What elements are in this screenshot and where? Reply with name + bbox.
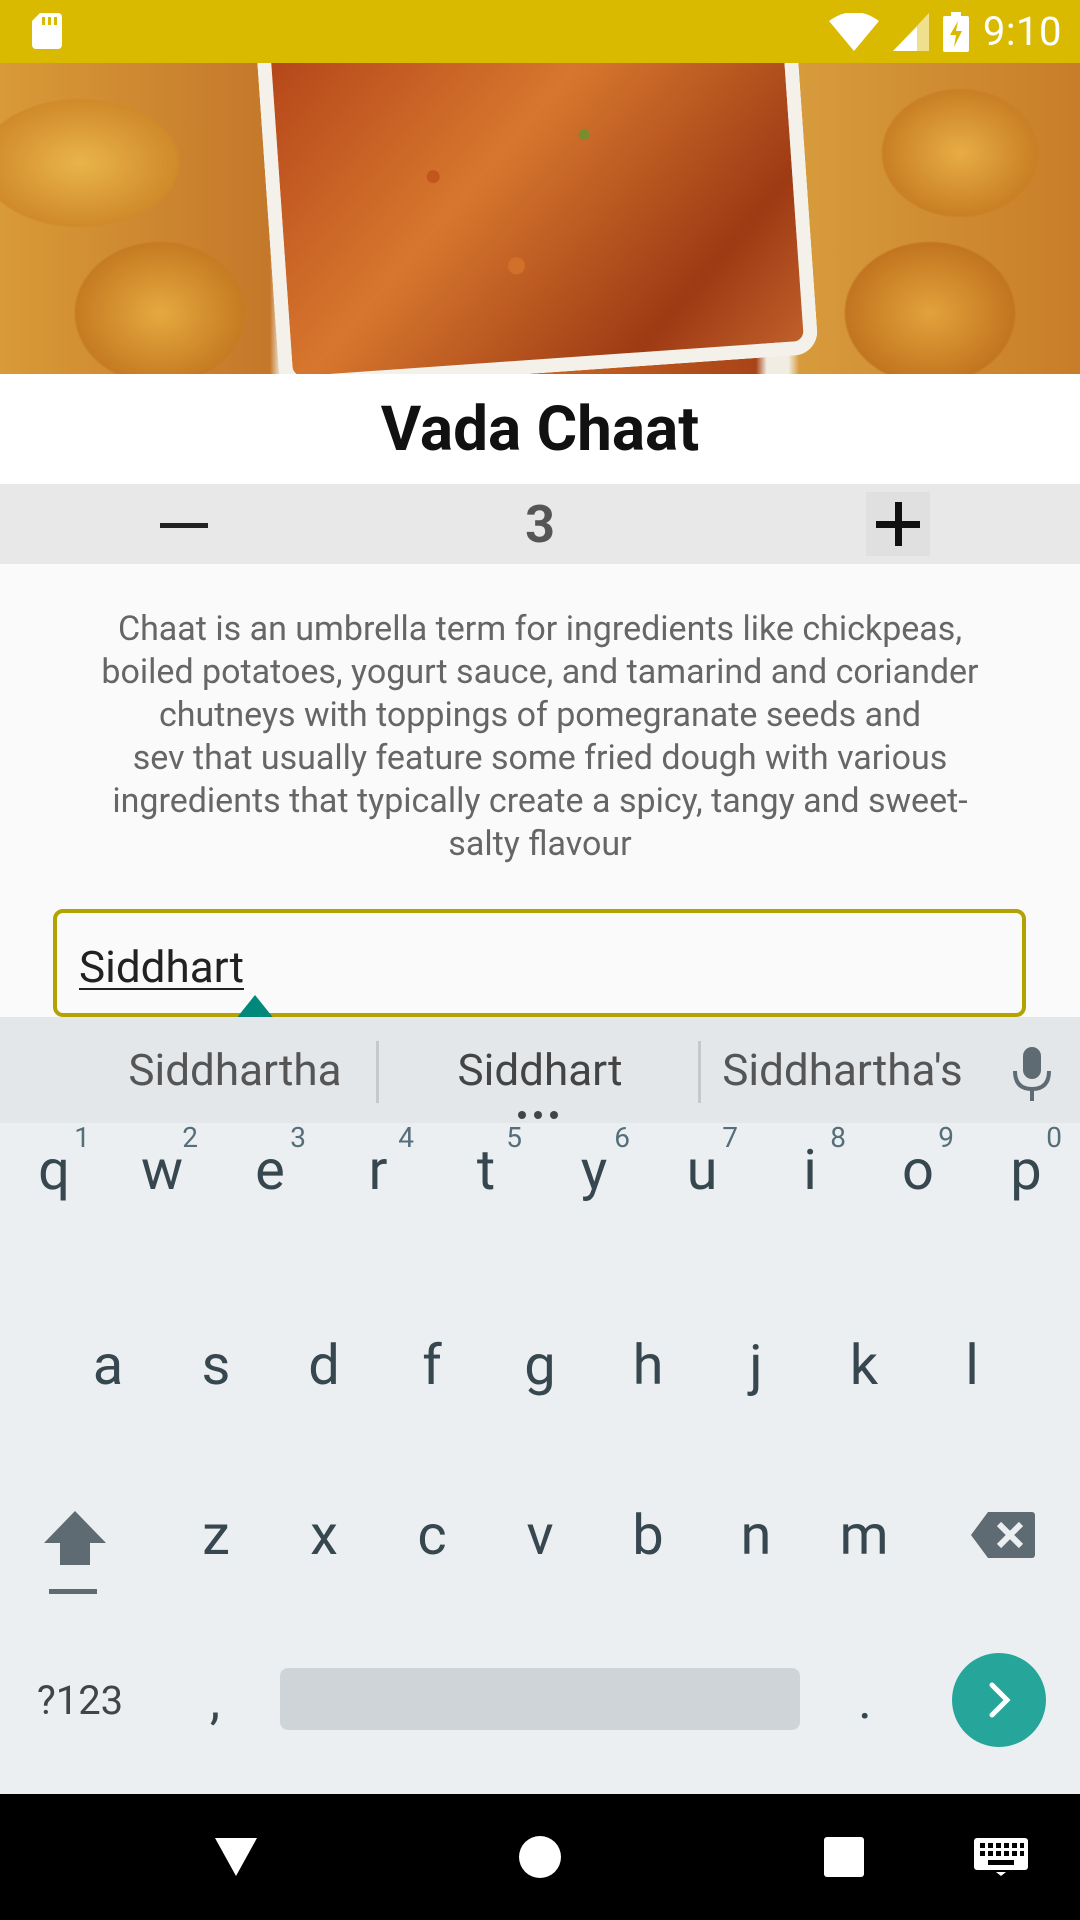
- key-f[interactable]: f: [378, 1300, 486, 1430]
- microphone-icon[interactable]: [1008, 1047, 1056, 1101]
- key-h[interactable]: h: [594, 1300, 702, 1430]
- key-u[interactable]: u7: [648, 1105, 756, 1235]
- key-label: y: [580, 1137, 608, 1203]
- go-button[interactable]: [952, 1653, 1046, 1747]
- cell-signal-icon: [892, 12, 929, 51]
- key-hint: 9: [938, 1121, 954, 1154]
- key-z[interactable]: z: [162, 1470, 270, 1600]
- key-label: w: [140, 1137, 184, 1203]
- key-hint: 5: [506, 1121, 522, 1154]
- comma-key[interactable]: ,: [190, 1660, 240, 1740]
- symbols-key[interactable]: ?123: [20, 1670, 140, 1730]
- status-bar: 9:10: [0, 0, 1080, 63]
- name-input[interactable]: Siddhart: [53, 909, 1026, 1017]
- key-label: u: [686, 1137, 718, 1203]
- key-hint: 2: [182, 1121, 198, 1154]
- navigation-bar: [0, 1794, 1080, 1920]
- chevron-right-icon: [989, 1682, 1011, 1718]
- key-hint: 8: [830, 1121, 846, 1154]
- key-p[interactable]: p0: [972, 1105, 1080, 1235]
- shift-icon[interactable]: [40, 1505, 110, 1595]
- minus-icon: [160, 522, 208, 528]
- key-hint: 0: [1046, 1121, 1062, 1154]
- status-icons: 9:10: [828, 0, 1062, 63]
- status-time: 9:10: [982, 8, 1062, 55]
- recipe-description: Chaat is an umbrella term for ingredient…: [101, 609, 979, 864]
- chutney-dish: [257, 63, 819, 374]
- screen: 9:10 Vada Chaat 3 Chaat is an umbrella t…: [0, 0, 1080, 1920]
- key-hint: 6: [614, 1121, 630, 1154]
- key-label: o: [902, 1137, 934, 1203]
- recents-icon[interactable]: [824, 1837, 864, 1877]
- key-j[interactable]: j: [702, 1300, 810, 1430]
- key-r[interactable]: r4: [324, 1105, 432, 1235]
- backspace-icon[interactable]: [970, 1510, 1036, 1560]
- key-label: p: [1010, 1137, 1042, 1203]
- sd-card-icon: [32, 13, 62, 49]
- key-label: r: [368, 1137, 388, 1203]
- key-label: e: [255, 1137, 285, 1203]
- key-c[interactable]: c: [378, 1470, 486, 1600]
- key-label: i: [803, 1137, 817, 1203]
- key-l[interactable]: l: [918, 1300, 1026, 1430]
- key-e[interactable]: e3: [216, 1105, 324, 1235]
- key-m[interactable]: m: [810, 1470, 918, 1600]
- suggestion-divider: [376, 1041, 379, 1103]
- quantity-stepper: 3: [0, 484, 1080, 564]
- key-g[interactable]: g: [486, 1300, 594, 1430]
- key-o[interactable]: o9: [864, 1105, 972, 1235]
- period-key[interactable]: .: [840, 1660, 890, 1740]
- key-n[interactable]: n: [702, 1470, 810, 1600]
- key-a[interactable]: a: [54, 1300, 162, 1430]
- keyboard-switch-icon[interactable]: [974, 1838, 1028, 1876]
- home-icon[interactable]: [519, 1836, 561, 1878]
- space-bar[interactable]: [280, 1668, 800, 1730]
- key-hint: 7: [722, 1121, 738, 1154]
- key-label: t: [476, 1137, 496, 1203]
- name-input-value[interactable]: Siddhart: [79, 941, 244, 993]
- battery-charging-icon: [942, 11, 969, 52]
- key-label: q: [38, 1137, 70, 1203]
- key-hint: 3: [290, 1121, 306, 1154]
- key-hint: 4: [398, 1121, 414, 1154]
- key-s[interactable]: s: [162, 1300, 270, 1430]
- key-x[interactable]: x: [270, 1470, 378, 1600]
- key-q[interactable]: q1: [0, 1105, 108, 1235]
- key-d[interactable]: d: [270, 1300, 378, 1430]
- recipe-title: Vada Chaat: [0, 374, 1080, 484]
- key-t[interactable]: t5: [432, 1105, 540, 1235]
- increment-button[interactable]: [866, 492, 930, 556]
- quantity-value: 3: [525, 493, 555, 555]
- key-v[interactable]: v: [486, 1470, 594, 1600]
- decrement-button[interactable]: [160, 510, 208, 540]
- back-icon[interactable]: [213, 1834, 259, 1880]
- recipe-image: [0, 63, 1080, 374]
- key-k[interactable]: k: [810, 1300, 918, 1430]
- key-b[interactable]: b: [594, 1470, 702, 1600]
- wifi-icon: [828, 12, 879, 51]
- suggestion-divider: [698, 1041, 701, 1103]
- key-hint: 1: [74, 1121, 90, 1154]
- key-w[interactable]: w2: [108, 1105, 216, 1235]
- key-i[interactable]: i8: [756, 1105, 864, 1235]
- key-y[interactable]: y6: [540, 1105, 648, 1235]
